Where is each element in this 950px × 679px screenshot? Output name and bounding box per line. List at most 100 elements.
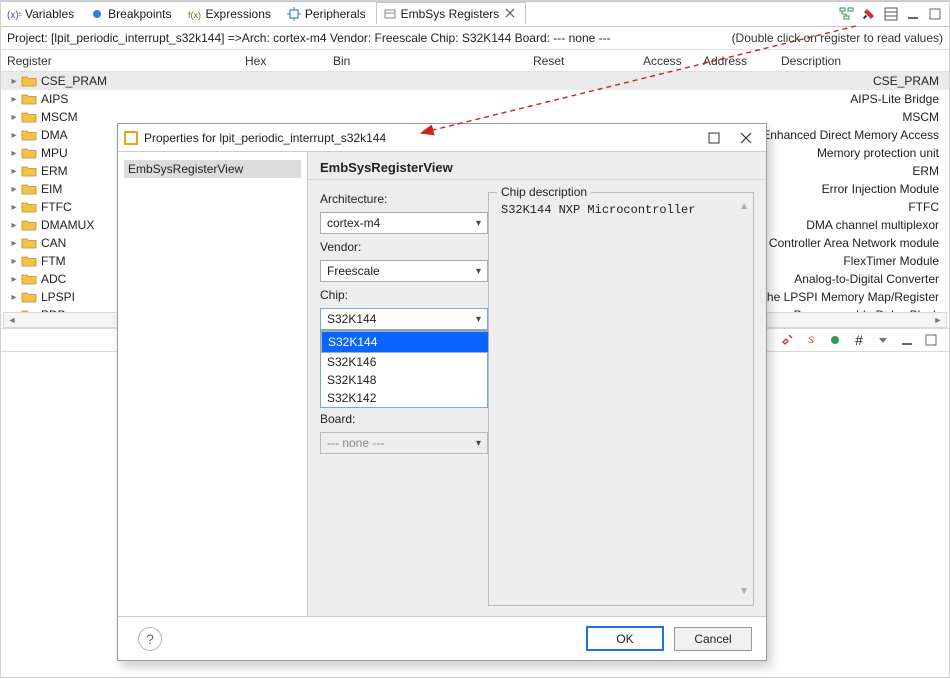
table-view-icon[interactable] — [883, 6, 899, 22]
chevron-down-icon: ▾ — [476, 314, 481, 325]
column-headers: Register Hex Bin Reset Access Address De… — [1, 50, 949, 72]
grid-icon[interactable]: # — [851, 332, 867, 348]
peripherals-icon — [287, 7, 301, 21]
cancel-button[interactable]: Cancel — [674, 627, 752, 651]
folder-icon — [21, 272, 37, 286]
dialog-nav: EmbSysRegisterView — [118, 152, 308, 618]
folder-icon — [21, 182, 37, 196]
chip-description-text: S32K144 NXP Microcontroller — [501, 203, 741, 217]
folder-icon — [21, 110, 37, 124]
tree-view-icon[interactable] — [839, 6, 855, 22]
nav-item-embsysregisterview[interactable]: EmbSysRegisterView — [124, 160, 301, 178]
minimize2-icon[interactable] — [899, 332, 915, 348]
register-group-desc: ERM — [912, 164, 949, 178]
view-tabstrip: (x)= Variables Breakpoints f(x) Expressi… — [1, 1, 949, 27]
tab-label: Expressions — [206, 7, 271, 21]
dialog-close-button[interactable] — [730, 127, 762, 149]
expand-icon[interactable]: ▸ — [7, 184, 21, 195]
folder-icon — [21, 290, 37, 304]
form-column: Architecture: cortex-m4 ▾ Vendor: Freesc… — [308, 180, 488, 618]
tab-label: Variables — [25, 7, 74, 21]
expand-icon[interactable]: ▸ — [7, 292, 21, 303]
expand-icon[interactable]: ▸ — [7, 166, 21, 177]
ok-button[interactable]: OK — [586, 626, 664, 651]
expand-icon[interactable]: ▸ — [7, 130, 21, 141]
vendor-label: Vendor: — [320, 240, 476, 254]
board-label: Board: — [320, 412, 476, 426]
chip-option[interactable]: S32K146 — [321, 353, 487, 371]
col-register[interactable]: Register — [7, 54, 245, 68]
chevron-down-icon: ▾ — [476, 218, 481, 229]
chip-value: S32K144 — [327, 312, 376, 326]
settings-icon[interactable] — [861, 6, 877, 22]
register-group-desc: MSCM — [902, 110, 949, 124]
scroll-left-icon[interactable]: ◄ — [4, 313, 20, 327]
scroll-down-icon[interactable]: ▼ — [739, 586, 749, 597]
red-flag-icon[interactable]: S — [803, 332, 819, 348]
project-info-text: Project: [lpit_periodic_interrupt_s32k14… — [7, 31, 732, 45]
tab-embsys-registers[interactable]: EmbSys Registers — [376, 2, 527, 24]
col-reset[interactable]: Reset — [533, 54, 643, 68]
properties-dialog: Properties for lpit_periodic_interrupt_s… — [117, 123, 767, 661]
col-access[interactable]: Access — [643, 54, 703, 68]
dialog-maximize-button[interactable] — [698, 127, 730, 149]
expand-icon[interactable]: ▸ — [7, 94, 21, 105]
register-group-desc: Memory protection unit — [817, 146, 949, 160]
tab-variables[interactable]: (x)= Variables — [1, 3, 84, 25]
scroll-up-icon[interactable]: ▲ — [739, 201, 749, 212]
disconnect-icon[interactable] — [779, 332, 795, 348]
register-group-desc: Analog-to-Digital Converter — [794, 272, 949, 286]
expand-icon[interactable]: ▸ — [7, 238, 21, 249]
col-address[interactable]: Address — [703, 54, 781, 68]
board-select[interactable]: --- none --- ▾ — [320, 432, 488, 454]
board-value: --- none --- — [327, 436, 384, 450]
col-bin[interactable]: Bin — [333, 54, 533, 68]
expand-icon[interactable]: ▸ — [7, 202, 21, 213]
dialog-titlebar[interactable]: Properties for lpit_periodic_interrupt_s… — [118, 124, 766, 152]
dialog-title: Properties for lpit_periodic_interrupt_s… — [144, 131, 698, 145]
maximize-icon[interactable] — [927, 6, 943, 22]
expand-icon[interactable]: ▸ — [7, 220, 21, 231]
project-info-bar: Project: [lpit_periodic_interrupt_s32k14… — [1, 27, 949, 50]
tab-expressions[interactable]: f(x) Expressions — [182, 3, 281, 25]
minimize-icon[interactable] — [905, 6, 921, 22]
arch-value: cortex-m4 — [327, 216, 380, 230]
chip-description-group: Chip description S32K144 NXP Microcontro… — [488, 192, 754, 606]
folder-icon — [21, 164, 37, 178]
register-group-row[interactable]: ▸AIPSAIPS-Lite Bridge — [1, 90, 949, 108]
expand-icon[interactable]: ▸ — [7, 112, 21, 123]
chip-dropdown: S32K144 S32K146 S32K148 S32K142 — [320, 330, 488, 408]
folder-icon — [21, 92, 37, 106]
chip-select[interactable]: S32K144 ▾ S32K144 S32K146 S32K148 S32K14… — [320, 308, 488, 330]
expressions-icon: f(x) — [188, 7, 202, 21]
tab-label: Breakpoints — [108, 7, 171, 21]
record-icon[interactable] — [827, 332, 843, 348]
chip-option[interactable]: S32K144 — [321, 331, 489, 353]
register-group-name: CSE_PRAM — [41, 74, 261, 88]
scroll-right-icon[interactable]: ► — [930, 313, 946, 327]
dialog-button-bar: ? OK Cancel — [118, 616, 766, 660]
expand-icon[interactable]: ▸ — [7, 256, 21, 267]
register-group-row[interactable]: ▸CSE_PRAMCSE_PRAM — [1, 72, 949, 90]
chip-option[interactable]: S32K142 — [321, 389, 487, 407]
variables-icon: (x)= — [7, 7, 21, 21]
tab-breakpoints[interactable]: Breakpoints — [84, 3, 181, 25]
view-menu-icon[interactable] — [875, 332, 891, 348]
col-hex[interactable]: Hex — [245, 54, 333, 68]
chip-option[interactable]: S32K148 — [321, 371, 487, 389]
arch-select[interactable]: cortex-m4 ▾ — [320, 212, 488, 234]
register-group-desc: Enhanced Direct Memory Access — [762, 128, 949, 142]
chevron-down-icon: ▾ — [476, 438, 481, 449]
col-desc[interactable]: Description — [781, 54, 943, 68]
expand-icon[interactable]: ▸ — [7, 148, 21, 159]
tab-peripherals[interactable]: Peripherals — [281, 3, 376, 25]
close-icon[interactable] — [505, 7, 515, 21]
expand-icon[interactable]: ▸ — [7, 76, 21, 87]
expand-icon[interactable]: ▸ — [7, 274, 21, 285]
maximize2-icon[interactable] — [923, 332, 939, 348]
group-legend: Chip description — [497, 185, 591, 199]
help-button[interactable]: ? — [138, 627, 162, 651]
vendor-select[interactable]: Freescale ▾ — [320, 260, 488, 282]
arch-label: Architecture: — [320, 192, 476, 206]
vendor-value: Freescale — [327, 264, 380, 278]
